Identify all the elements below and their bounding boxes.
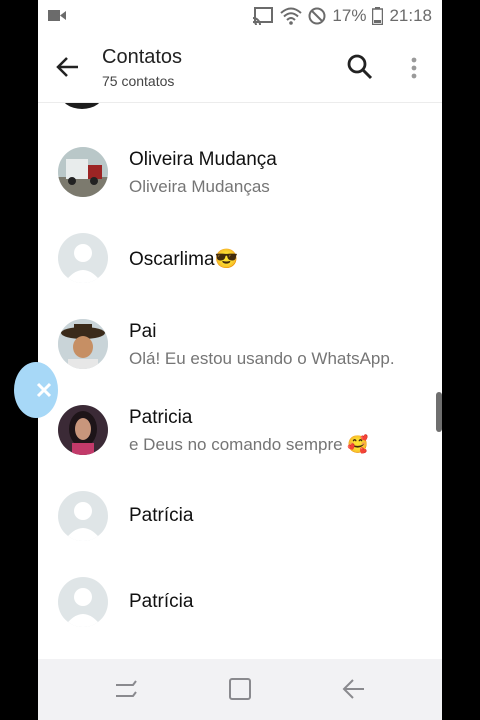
cowboy-photo (58, 319, 108, 369)
battery-percent: 17% (332, 6, 367, 25)
truck-photo (58, 147, 108, 197)
back-arrow-icon[interactable] (53, 52, 83, 82)
search-icon[interactable] (345, 52, 375, 82)
navigation-bar (38, 659, 442, 720)
avatar (58, 233, 108, 283)
wifi-icon (280, 7, 303, 25)
contacts-screen: 17% 21:18 Contatos 75 contatos Oliveira … (38, 0, 442, 720)
contact-status: Olá! Eu estou usando o WhatsApp. (129, 349, 395, 368)
contact-name: Patrícia (129, 505, 194, 526)
battery-icon (372, 7, 384, 25)
woman-photo (58, 405, 108, 455)
contact-name: Patrícia (129, 591, 194, 612)
home-icon[interactable] (227, 676, 253, 702)
more-vert-icon[interactable] (404, 54, 424, 84)
default-person-icon (64, 588, 102, 627)
contact-name: Patricia (129, 407, 193, 428)
video-icon (48, 10, 66, 21)
list-item[interactable]: Patricia e Deus no comando sempre 🥰 (38, 387, 442, 473)
default-person-icon (64, 244, 102, 283)
recent-apps-icon[interactable] (113, 676, 139, 702)
avatar (60, 103, 104, 109)
list-item[interactable]: Oliveira Mudança Oliveira Mudanças (38, 129, 442, 215)
list-item[interactable]: Patrícia (38, 559, 442, 645)
status-bar: 17% 21:18 (38, 0, 442, 32)
app-bar: Contatos 75 contatos (38, 32, 442, 103)
default-person-icon (64, 502, 102, 541)
contact-list[interactable]: Oliveira Mudança Oliveira Mudanças Oscar… (38, 103, 442, 659)
clock: 21:18 (389, 6, 432, 25)
cast-icon (253, 7, 274, 25)
floating-bubble[interactable] (14, 362, 58, 418)
avatar (58, 405, 108, 455)
avatar (58, 577, 108, 627)
avatar (58, 491, 108, 541)
contact-name: Oscarlima😎 (129, 249, 239, 270)
no-disturb-icon (308, 7, 326, 25)
header-titles: Contatos 75 contatos (102, 45, 182, 89)
page-title: Contatos (102, 46, 183, 68)
bubble-icon (36, 382, 52, 398)
contact-status: Oliveira Mudanças (129, 177, 270, 196)
fast-scroll-handle[interactable] (436, 392, 442, 432)
contact-count: 75 contatos (102, 73, 175, 89)
list-item[interactable]: Patrícia (38, 473, 442, 559)
back-nav-icon[interactable] (340, 676, 366, 702)
avatar (58, 319, 108, 369)
contact-status: e Deus no comando sempre 🥰 (129, 435, 369, 454)
contact-name: Oliveira Mudança (129, 149, 277, 170)
avatar (58, 147, 108, 197)
contact-name: Pai (129, 321, 157, 342)
list-item[interactable]: Oscarlima😎 (38, 215, 442, 301)
list-item[interactable]: Pai Olá! Eu estou usando o WhatsApp. (38, 301, 442, 387)
